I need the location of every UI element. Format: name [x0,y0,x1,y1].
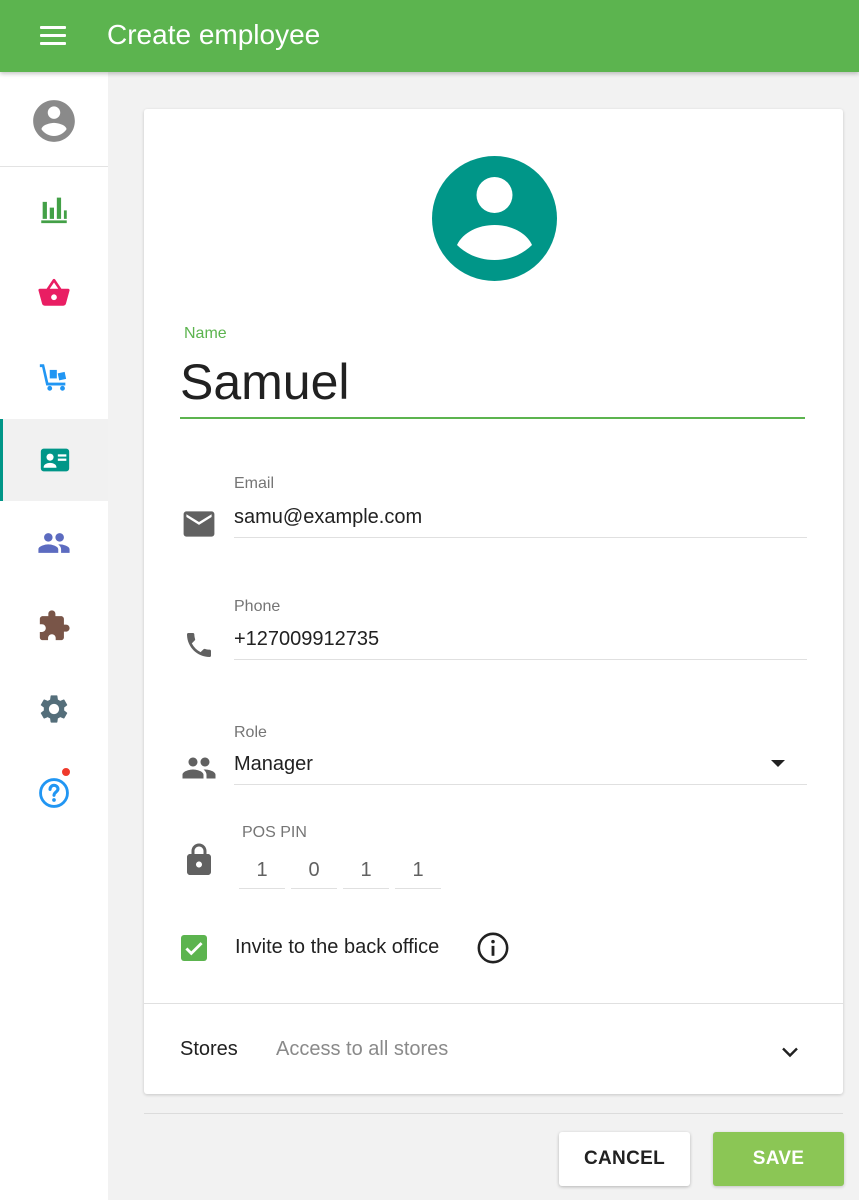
pin-digit-4[interactable]: 1 [395,850,441,889]
menu-icon[interactable] [40,26,66,46]
cancel-button[interactable]: CANCEL [559,1132,690,1186]
sidebar-item-reports[interactable] [0,168,108,250]
pin-digit-2[interactable]: 0 [291,850,337,889]
badge-icon [40,448,70,472]
pin-digit-3[interactable]: 1 [343,850,389,889]
pos-pin-label: POS PIN [242,824,307,841]
role-people-icon [182,757,216,779]
phone-field[interactable]: +127009912735 [234,619,807,660]
name-input[interactable] [180,347,805,419]
sidebar-item-items[interactable] [0,252,108,334]
sidebar-item-employees[interactable] [0,419,108,501]
people-icon [38,533,70,553]
account-circle-icon [33,100,75,142]
employee-avatar[interactable] [432,156,557,281]
bar-chart-icon [41,197,67,224]
gear-icon [40,695,68,723]
role-label: Role [234,724,267,741]
stores-value: Access to all stores [276,1038,449,1060]
notification-dot [60,766,72,778]
email-label: Email [234,475,275,492]
email-field[interactable]: samu@example.com [234,497,807,538]
help-icon [39,778,69,808]
employee-form-card: Name Email samu@example.com Phone +12700… [144,109,843,1094]
chevron-down-icon[interactable] [778,1040,802,1064]
sidebar-item-help[interactable] [0,752,108,834]
dropdown-arrow-icon [771,760,785,767]
lock-icon [187,843,211,875]
basket-icon [38,278,70,306]
app-bar: Create employee [0,0,859,72]
save-button[interactable]: SAVE [713,1132,844,1186]
role-select[interactable]: Manager [234,744,807,785]
email-icon [183,511,215,537]
checkmark-icon [185,942,203,956]
role-value: Manager [234,753,313,775]
sidebar-item-inventory[interactable] [0,336,108,418]
sidebar-item-settings[interactable] [0,668,108,750]
invite-checkbox[interactable] [181,935,207,961]
stores-row[interactable]: Stores Access to all stores [144,1004,843,1094]
name-label: Name [184,325,227,342]
account-button[interactable] [0,72,108,167]
pin-digit-1[interactable]: 1 [239,850,285,889]
info-icon[interactable] [476,931,510,965]
page-title: Create employee [107,19,321,50]
phone-label: Phone [234,598,281,615]
invite-label: Invite to the back office [235,936,440,958]
warehouse-cart-icon [39,364,67,391]
sidebar [0,72,108,1200]
divider [144,1113,843,1114]
stores-label: Stores [180,1038,238,1060]
sidebar-item-customers[interactable] [0,502,108,584]
phone-icon [187,633,211,657]
puzzle-icon [39,610,70,641]
sidebar-item-integrations[interactable] [0,585,108,667]
